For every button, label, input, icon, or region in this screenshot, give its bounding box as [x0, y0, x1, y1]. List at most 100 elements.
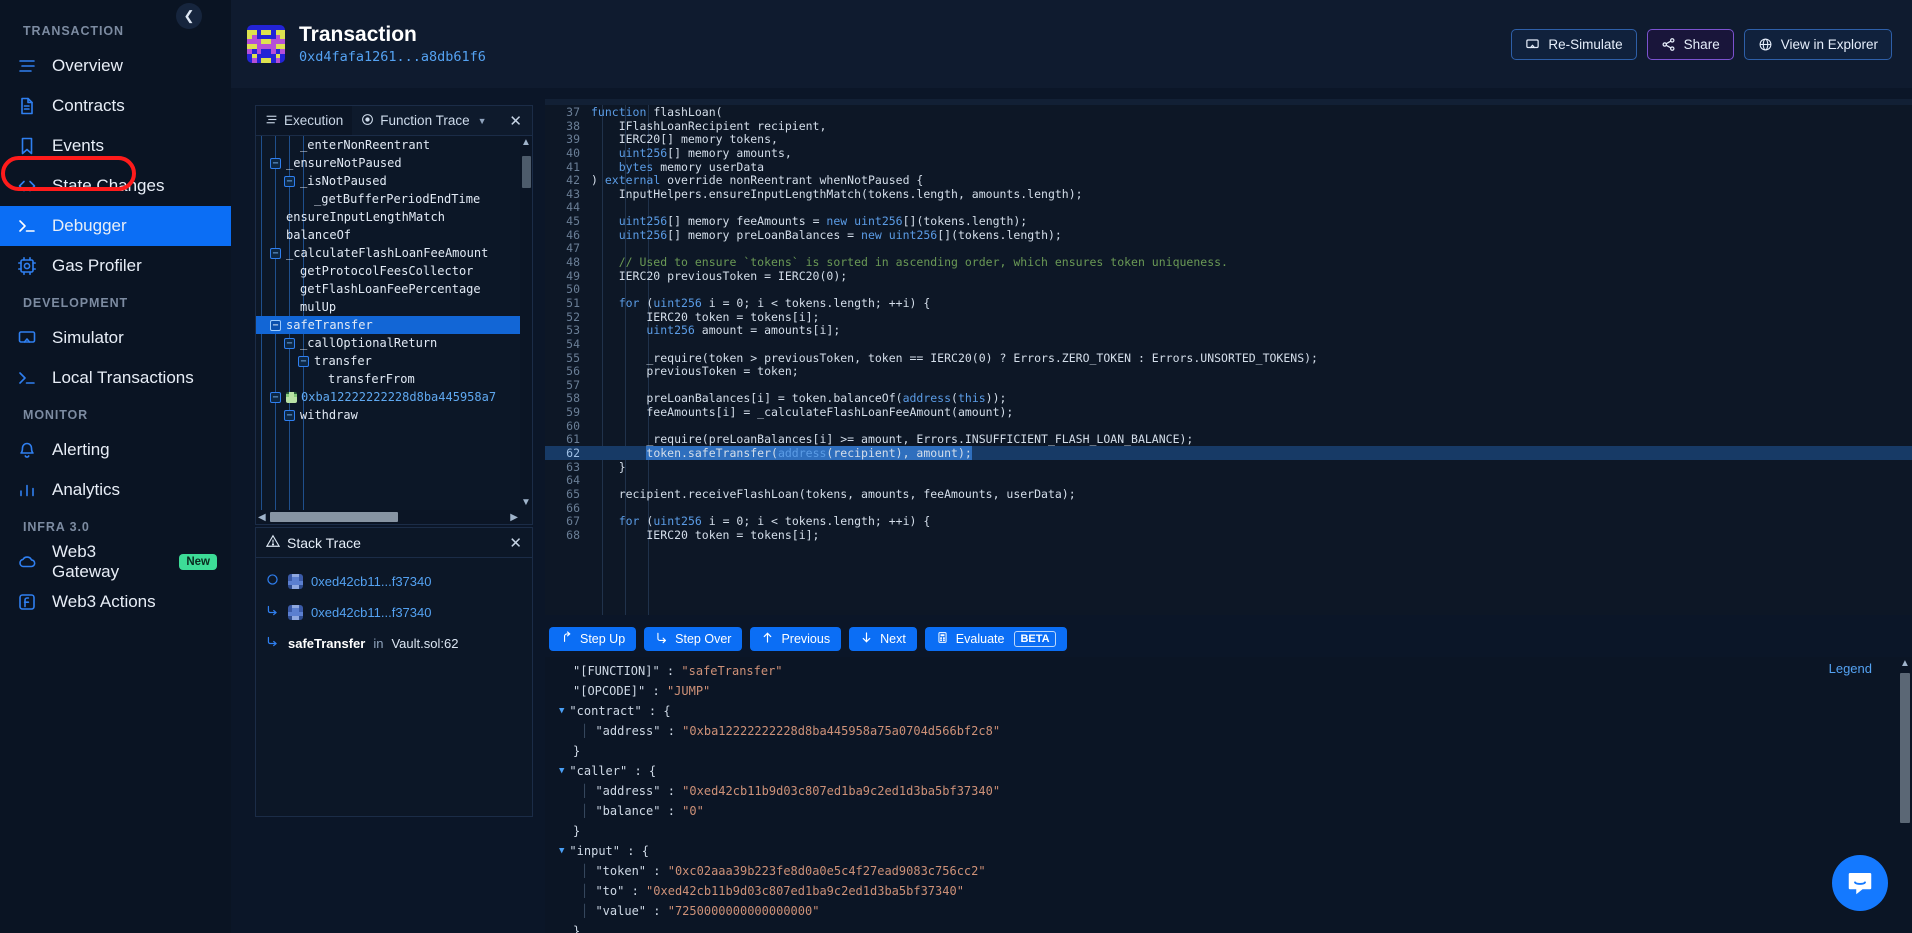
code-line[interactable]: 49 IERC20 previousToken = IERC20(0);	[545, 269, 1912, 283]
trace-node[interactable]: − safeTransfer	[256, 316, 520, 334]
previous-button[interactable]: Previous	[750, 627, 842, 651]
code-line[interactable]: 41 bytes memory userData	[545, 160, 1912, 174]
trace-node[interactable]: _getBufferPeriodEndTime	[256, 190, 520, 208]
scroll-up-arrow[interactable]: ▲	[521, 136, 531, 150]
step-over-button[interactable]: Step Over	[644, 627, 743, 651]
code-line[interactable]: 40 uint256[] memory amounts,	[545, 146, 1912, 160]
trace-node[interactable]: − 0xba12222222228d8ba445958a7	[256, 388, 520, 406]
code-line[interactable]: 59 feeAmounts[i] = _calculateFlashLoanFe…	[545, 405, 1912, 419]
tab-execution[interactable]: Execution	[256, 106, 353, 135]
trace-node[interactable]: − transfer	[256, 352, 520, 370]
trace-node[interactable]: _enterNonReentrant	[256, 136, 520, 154]
code-line[interactable]: 60	[545, 419, 1912, 433]
trace-node[interactable]: − _isNotPaused	[256, 172, 520, 190]
code-editor[interactable]: 37 function flashLoan(38 IFlashLoanRecipi…	[545, 105, 1912, 615]
stack-trace-row[interactable]: 0xed42cb11...f37340	[266, 571, 532, 591]
code-line[interactable]: 53 uint256 amount = amounts[i];	[545, 323, 1912, 337]
code-line[interactable]: 44	[545, 200, 1912, 214]
code-line[interactable]: 46 uint256[] memory preLoanBalances = ne…	[545, 228, 1912, 242]
scroll-up-arrow[interactable]: ▲	[1898, 657, 1912, 671]
trace-node[interactable]: ensureInputLengthMatch	[256, 208, 520, 226]
trace-node[interactable]: − _callOptionalReturn	[256, 334, 520, 352]
collapse-toggle-icon[interactable]: −	[270, 319, 281, 331]
scroll-thumb-horizontal[interactable]	[270, 512, 398, 522]
next-button[interactable]: Next	[849, 627, 917, 651]
scroll-thumb-vertical[interactable]	[521, 156, 531, 188]
code-line[interactable]: 43 InputHelpers.ensureInputLengthMatch(t…	[545, 187, 1912, 201]
sidebar-item-web3-gateway[interactable]: Web3 Gateway New	[0, 542, 231, 582]
chevron-down-icon[interactable]: ▼	[478, 116, 487, 126]
sidebar-item-overview[interactable]: Overview	[0, 46, 231, 86]
code-line[interactable]: 68 IERC20 token = tokens[i];	[545, 528, 1912, 542]
trace-node[interactable]: balanceOf	[256, 226, 520, 244]
code-line[interactable]: 66	[545, 501, 1912, 515]
code-line[interactable]: 50	[545, 282, 1912, 296]
code-line[interactable]: 63 }	[545, 460, 1912, 474]
code-line[interactable]: 45 uint256[] memory feeAmounts = new uin…	[545, 214, 1912, 228]
scroll-left-arrow[interactable]: ◀	[258, 512, 266, 523]
stack-trace-row[interactable]: 0xed42cb11...f37340	[266, 602, 532, 622]
collapse-triangle-icon[interactable]: ▼	[559, 706, 564, 716]
code-line[interactable]: 58 preLoanBalances[i] = token.balanceOf(…	[545, 391, 1912, 405]
code-line[interactable]: 56 previousToken = token;	[545, 364, 1912, 378]
code-line[interactable]: 61 _require(preLoanBalances[i] >= amount…	[545, 432, 1912, 446]
re-simulate-button[interactable]: Re-Simulate	[1511, 28, 1637, 60]
collapse-triangle-icon[interactable]: ▼	[559, 766, 564, 776]
code-line[interactable]: 38 IFlashLoanRecipient recipient,	[545, 119, 1912, 133]
close-icon[interactable]: ✕	[499, 106, 532, 135]
collapse-toggle-icon[interactable]: −	[284, 175, 295, 187]
stack-trace-row[interactable]: safeTransfer in Vault.sol:62	[266, 633, 532, 653]
evaluate-button[interactable]: Evaluate BETA	[924, 627, 1067, 651]
code-line[interactable]: 62 token.safeTransfer(address(recipient)…	[545, 446, 1912, 461]
code-line[interactable]: 42) external override nonReentrant whenN…	[545, 173, 1912, 187]
code-line[interactable]: 51 for (uint256 i = 0; i < tokens.length…	[545, 296, 1912, 310]
trace-node[interactable]: getFlashLoanFeePercentage	[256, 280, 520, 298]
trace-vertical-scrollbar[interactable]: ▲ ▼	[520, 136, 532, 510]
sidebar-item-events[interactable]: Events	[0, 126, 231, 166]
trace-node[interactable]: − withdraw	[256, 406, 520, 424]
close-icon[interactable]: ✕	[499, 534, 532, 552]
collapse-toggle-icon[interactable]: −	[270, 157, 281, 169]
code-line[interactable]: 65 recipient.receiveFlashLoan(tokens, am…	[545, 487, 1912, 501]
trace-node[interactable]: − _ensureNotPaused	[256, 154, 520, 172]
transaction-hash[interactable]: 0xd4fafa1261...a8db61f6	[299, 49, 486, 65]
collapse-toggle-icon[interactable]: −	[270, 247, 281, 259]
code-line[interactable]: 37 function flashLoan(	[545, 105, 1912, 119]
sidebar-item-alerting[interactable]: Alerting	[0, 430, 231, 470]
code-line[interactable]: 54	[545, 337, 1912, 351]
collapse-toggle-icon[interactable]: −	[284, 337, 295, 349]
sidebar-item-local-transactions[interactable]: Local Transactions	[0, 358, 231, 398]
sidebar-item-contracts[interactable]: Contracts	[0, 86, 231, 126]
sidebar-item-simulator[interactable]: Simulator	[0, 318, 231, 358]
sidebar-item-state-changes[interactable]: State Changes	[0, 166, 231, 206]
trace-horizontal-scrollbar[interactable]: ◀ ▶	[256, 510, 520, 524]
code-line[interactable]: 47	[545, 241, 1912, 255]
collapse-toggle-icon[interactable]: −	[284, 409, 295, 421]
scroll-right-arrow[interactable]: ▶	[510, 512, 518, 523]
code-line[interactable]: 67 for (uint256 i = 0; i < tokens.length…	[545, 514, 1912, 528]
code-line[interactable]: 39 IERC20[] memory tokens,	[545, 132, 1912, 146]
code-line[interactable]: 52 IERC20 token = tokens[i];	[545, 310, 1912, 324]
collapse-toggle-icon[interactable]: −	[298, 355, 309, 367]
trace-node[interactable]: mulUp	[256, 298, 520, 316]
trace-node[interactable]: getProtocolFeesCollector	[256, 262, 520, 280]
share-button[interactable]: Share	[1646, 28, 1734, 60]
sidebar-item-web3-actions[interactable]: Web3 Actions	[0, 582, 231, 622]
code-line[interactable]: 55 _require(token > previousToken, token…	[545, 351, 1912, 365]
trace-node[interactable]: transferFrom	[256, 370, 520, 388]
sidebar-item-analytics[interactable]: Analytics	[0, 470, 231, 510]
scroll-down-arrow[interactable]: ▼	[521, 496, 531, 510]
json-vertical-scrollbar[interactable]: ▲	[1898, 657, 1912, 933]
step-up-button[interactable]: Step Up	[549, 627, 637, 651]
sidebar-item-debugger[interactable]: Debugger	[0, 206, 231, 246]
chat-bubble-icon[interactable]	[1832, 855, 1888, 911]
view-in-explorer-button[interactable]: View in Explorer	[1743, 28, 1892, 60]
collapse-toggle-icon[interactable]: −	[270, 391, 281, 403]
tab-function-trace[interactable]: Function Trace ▼	[352, 106, 495, 135]
sidebar-collapse-button[interactable]: ❮	[176, 3, 202, 29]
scroll-thumb-vertical[interactable]	[1900, 673, 1910, 823]
code-line[interactable]: 64	[545, 473, 1912, 487]
trace-node[interactable]: − _calculateFlashLoanFeeAmount	[256, 244, 520, 262]
code-line[interactable]: 48 // Used to ensure `tokens` is sorted …	[545, 255, 1912, 269]
sidebar-item-gas-profiler[interactable]: Gas Profiler	[0, 246, 231, 286]
